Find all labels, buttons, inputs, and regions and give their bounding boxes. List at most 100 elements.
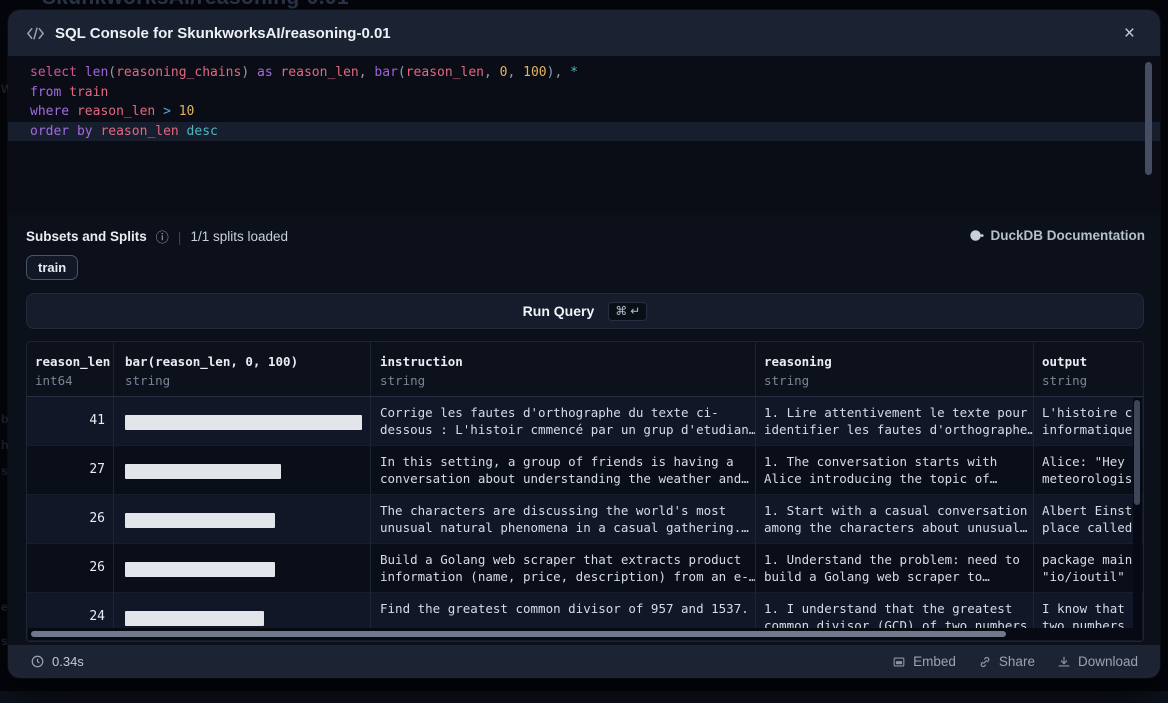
sql-token: reason_len	[100, 124, 186, 139]
download-button[interactable]: Download	[1057, 654, 1138, 669]
embed-button[interactable]: Embed	[892, 654, 956, 669]
cmd-key-icon: ⌘	[615, 304, 627, 318]
enter-key-icon: ↵	[630, 304, 640, 318]
cell-bar	[114, 544, 371, 592]
duckdb-logo-icon	[969, 228, 984, 243]
cell-reasoning: 1. Understand the problem: need to build…	[756, 544, 1034, 592]
subsets-row: Subsets and Splits ⓘ | 1/1 splits loaded	[26, 227, 288, 246]
sql-token: desc	[187, 124, 218, 139]
table-header-row: reason_len int64 bar(reason_len, 0, 100)…	[27, 342, 1143, 397]
sql-token: reason_len	[406, 65, 484, 80]
sql-token: len	[85, 65, 108, 80]
split-chip-train[interactable]: train	[26, 255, 78, 280]
column-header-instruction: instruction string	[371, 342, 756, 396]
sql-token: ,	[484, 65, 500, 80]
sql-token: >	[163, 104, 179, 119]
modal-footer: 0.34s Embed Share	[8, 645, 1160, 678]
separator: |	[178, 229, 182, 245]
splits-status: 1/1 splits loaded	[190, 229, 288, 244]
share-button[interactable]: Share	[978, 654, 1035, 669]
code-icon	[26, 26, 45, 41]
sql-token: ),	[547, 65, 570, 80]
sql-token: order by	[30, 124, 100, 139]
sql-token: 0	[500, 65, 508, 80]
sql-token: (	[398, 65, 406, 80]
sql-token: train	[69, 85, 108, 100]
info-icon[interactable]: ⓘ	[156, 227, 169, 246]
backdrop-page-title: SkunkworksAI/reasoning-0.01	[0, 0, 1168, 9]
backdrop-bottom-band	[0, 691, 1168, 703]
sql-token: 10	[179, 104, 195, 119]
run-query-button[interactable]: Run Query ⌘ ↵	[26, 293, 1144, 329]
embed-icon	[892, 655, 906, 669]
sql-token: bar	[374, 65, 397, 80]
query-duration: 0.34s	[52, 654, 84, 669]
bar-chart-fill	[125, 562, 275, 577]
clock-icon	[30, 654, 45, 669]
editor-scrollbar-thumb[interactable]	[1145, 62, 1152, 175]
share-link-icon	[978, 655, 992, 669]
bar-chart-fill	[125, 611, 264, 626]
sql-token: select	[30, 65, 85, 80]
cell-bar	[114, 495, 371, 543]
cell-reasoning: 1. Lire attentivement le texte pour iden…	[756, 397, 1034, 445]
cell-instruction: The characters are discussing the world'…	[371, 495, 756, 543]
sql-token: )	[241, 65, 257, 80]
cell-output: L'histoire co informatique	[1034, 397, 1144, 445]
sql-editor[interactable]: select len(reasoning_chains) as reason_l…	[8, 56, 1160, 215]
table-body: 41 Corrige les fautes d'orthographe du te…	[27, 397, 1143, 642]
backdrop-text-fragment: e	[1, 600, 8, 614]
share-label: Share	[999, 654, 1035, 669]
cell-instruction: In this setting, a group of friends is h…	[371, 446, 756, 494]
table-horizontal-scrollbar[interactable]	[28, 628, 1142, 640]
sql-token: reason_len	[280, 65, 358, 80]
column-header-output: output string	[1034, 342, 1144, 396]
cell-reason-len: 27	[27, 446, 114, 494]
backdrop-text-fragment: s	[1, 464, 8, 478]
sql-code: select len(reasoning_chains) as reason_l…	[8, 63, 1160, 141]
download-label: Download	[1078, 654, 1138, 669]
sql-code-line: select len(reasoning_chains) as reason_l…	[8, 63, 1160, 83]
cell-bar	[114, 397, 371, 445]
subsets-label: Subsets and Splits	[26, 229, 147, 244]
cell-output: Albert Einste place called	[1034, 495, 1144, 543]
bar-chart-fill	[125, 415, 362, 430]
sql-code-line: order by reason_len desc	[8, 122, 1160, 142]
sql-token: from	[30, 85, 69, 100]
sql-token: 100	[523, 65, 546, 80]
cell-reason-len: 26	[27, 544, 114, 592]
sql-code-line: where reason_len > 10	[8, 102, 1160, 122]
bar-chart-fill	[125, 513, 275, 528]
bar-chart-fill	[125, 464, 281, 479]
download-icon	[1057, 655, 1071, 669]
duckdb-docs-label: DuckDB Documentation	[990, 228, 1145, 243]
close-icon[interactable]: ×	[1117, 22, 1142, 45]
duckdb-docs-link[interactable]: DuckDB Documentation	[969, 228, 1145, 243]
modal-header: SQL Console for SkunkworksAI/reasoning-0…	[8, 10, 1160, 56]
sql-console-modal: SQL Console for SkunkworksAI/reasoning-0…	[8, 10, 1160, 678]
results-table: reason_len int64 bar(reason_len, 0, 100)…	[26, 341, 1144, 642]
column-header-reason-len: reason_len int64	[27, 342, 114, 396]
modal-title: SQL Console for SkunkworksAI/reasoning-0…	[55, 25, 391, 42]
horizontal-scrollbar-thumb[interactable]	[31, 631, 1006, 637]
embed-label: Embed	[913, 654, 956, 669]
table-row: 27 In this setting, a group of friends is…	[27, 446, 1143, 495]
cell-instruction: Corrige les fautes d'orthographe du text…	[371, 397, 756, 445]
sql-token: reasoning_chains	[116, 65, 241, 80]
vertical-scrollbar-thumb[interactable]	[1134, 400, 1140, 505]
table-row: 41 Corrige les fautes d'orthographe du te…	[27, 397, 1143, 446]
cell-reason-len: 26	[27, 495, 114, 543]
table-row: 26 Build a Golang web scraper that extrac…	[27, 544, 1143, 593]
cell-instruction: Build a Golang web scraper that extracts…	[371, 544, 756, 592]
table-vertical-scrollbar[interactable]	[1133, 398, 1142, 628]
run-query-label: Run Query	[523, 303, 595, 319]
cell-reasoning: 1. The conversation starts with Alice in…	[756, 446, 1034, 494]
footer-actions: Embed Share Download	[892, 654, 1138, 669]
sql-code-line: from train	[8, 83, 1160, 103]
sql-token: *	[570, 65, 578, 80]
table-row: 26 The characters are discussing the worl…	[27, 495, 1143, 544]
sql-token: ,	[359, 65, 375, 80]
sql-token: ,	[508, 65, 524, 80]
backdrop-text-fragment: s	[1, 634, 8, 648]
cell-reason-len: 41	[27, 397, 114, 445]
